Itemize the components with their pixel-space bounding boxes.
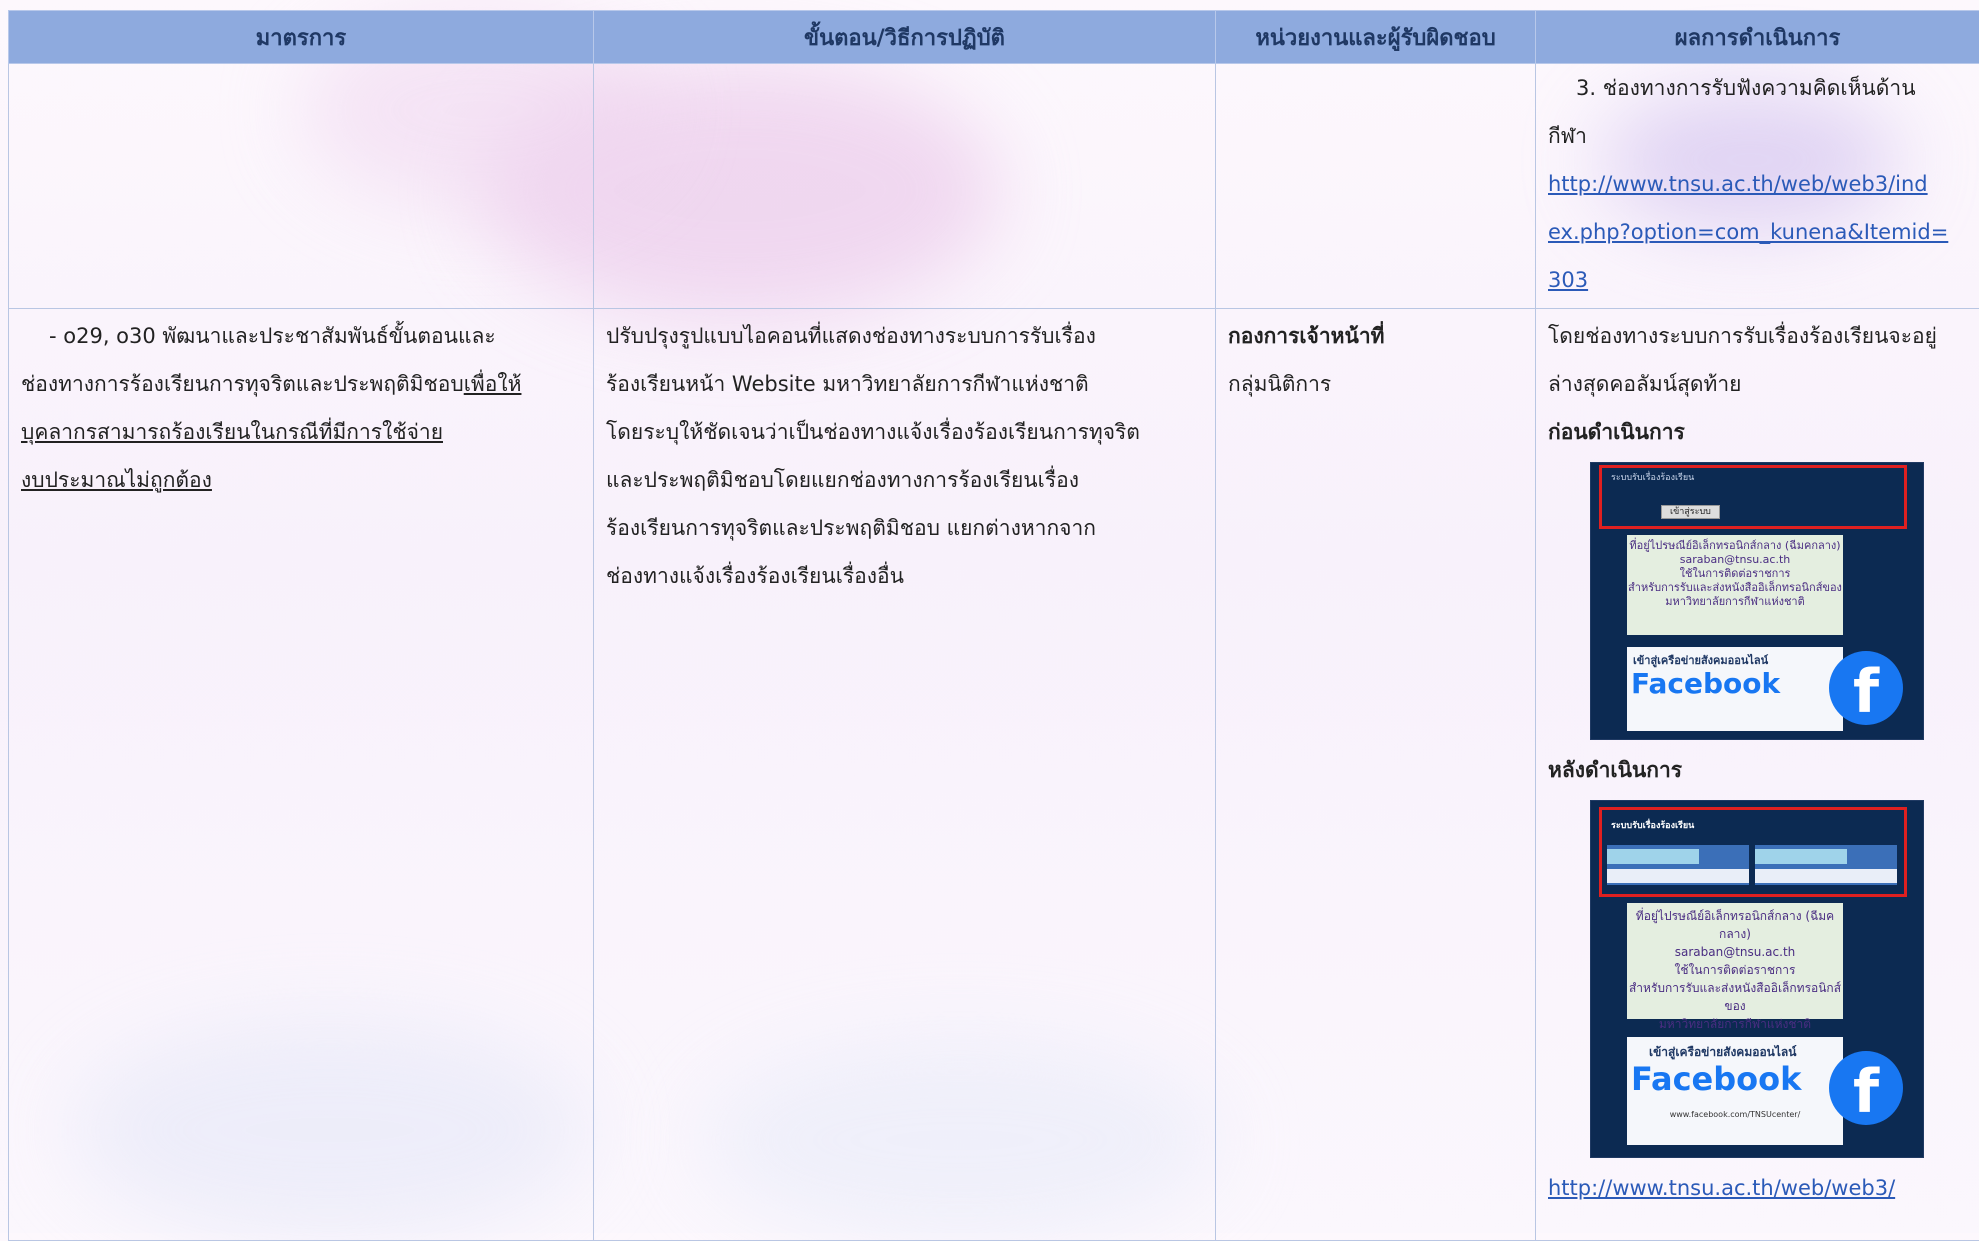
facebook-banner: เข้าสู่เครือข่ายสังคมออนไลน์ Facebook f: [1627, 647, 1843, 731]
forum-link[interactable]: http://www.tnsu.ac.th/web/web3/index.php…: [1548, 172, 1948, 292]
procedure-line: ร้องเรียนการทุจริตและประพฤติมิชอบ แยกต่า…: [606, 504, 1203, 552]
unit-group: กลุ่มนิติการ: [1228, 360, 1523, 408]
screenshot-header: ระบบรับเรื่องร้องเรียน: [1611, 473, 1694, 484]
result-cont: กีฬา: [1548, 112, 1967, 160]
website-link[interactable]: http://www.tnsu.ac.th/web/web3/: [1548, 1176, 1895, 1200]
facebook-banner: เข้าสู่เครือข่ายสังคมออนไลน์ Facebook ww…: [1627, 1037, 1843, 1145]
table-row: 3. ช่องทางการรับฟังความคิดเห็นด้าน กีฬา …: [9, 64, 1979, 309]
measure-cell: [9, 64, 594, 309]
facebook-title: Facebook: [1627, 669, 1843, 699]
measure-purpose: บุคลากรสามารถร้องเรียนในกรณีที่มีการใช้จ…: [21, 408, 581, 456]
result-item: 3. ช่องทางการรับฟังความคิดเห็นด้าน: [1548, 64, 1967, 112]
after-label: หลังดำเนินการ: [1548, 746, 1979, 794]
facebook-icon: f: [1829, 1051, 1903, 1125]
procedure-line: และประพฤติมิชอบโดยแยกช่องทางการร้องเรียน…: [606, 456, 1203, 504]
procedure-line: ปรับปรุงรูปแบบไอคอนที่แสดงช่องทางระบบการ…: [606, 312, 1203, 360]
result-cell: โดยช่องทางระบบการรับเรื่องร้องเรียนจะอยู…: [1536, 309, 1979, 1241]
header-result: ผลการดำเนินการ: [1536, 11, 1979, 64]
email-info-panel: ที่อยู่ไปรษณีย์อิเล็กทรอนิกส์กลาง (ฉีมคก…: [1627, 903, 1843, 1019]
measure-purpose: งบประมาณไม่ถูกต้อง: [21, 456, 581, 504]
login-button: เข้าสู่ระบบ: [1661, 505, 1720, 519]
measure-purpose: เพื่อให้: [464, 372, 522, 396]
complaint-button: [1607, 845, 1749, 885]
complaint-button: [1755, 845, 1897, 885]
procedure-cell: ปรับปรุงรูปแบบไอคอนที่แสดงช่องทางระบบการ…: [594, 309, 1216, 1241]
procedure-line: ช่องทางแจ้งเรื่องร้องเรียนเรื่องอื่น: [606, 552, 1203, 600]
procedure-cell: [594, 64, 1216, 309]
result-text: ล่างสุดคอลัมน์สุดท้าย: [1548, 360, 1979, 408]
email-info-panel: ที่อยู่ไปรษณีย์อิเล็กทรอนิกส์กลาง (ฉีมคก…: [1627, 535, 1843, 635]
header-unit: หน่วยงานและผู้รับผิดชอบ: [1216, 11, 1536, 64]
measure-text: ช่องทางการร้องเรียนการทุจริตและประพฤติมิ…: [21, 372, 464, 396]
after-screenshot: ระบบรับเรื่องร้องเรียน ที่อยู่ไปรษณีย์อิ…: [1590, 800, 1924, 1158]
screenshot-header: ระบบรับเรื่องร้องเรียน: [1611, 821, 1694, 832]
measures-table: มาตรการ ขั้นตอน/วิธีการปฏิบัติ หน่วยงานแ…: [8, 10, 1979, 1241]
facebook-url: www.facebook.com/TNSUcenter/: [1627, 1110, 1843, 1119]
facebook-title: Facebook: [1627, 1062, 1843, 1096]
procedure-line: ร้องเรียนหน้า Website มหาวิทยาลัยการกีฬา…: [606, 360, 1203, 408]
before-screenshot: ระบบรับเรื่องร้องเรียน เข้าสู่ระบบ ที่อย…: [1590, 462, 1924, 740]
facebook-icon: f: [1829, 651, 1903, 725]
unit-cell: [1216, 64, 1536, 309]
header-procedure: ขั้นตอน/วิธีการปฏิบัติ: [594, 11, 1216, 64]
result-text: โดยช่องทางระบบการรับเรื่องร้องเรียนจะอยู…: [1548, 312, 1979, 360]
table-header-row: มาตรการ ขั้นตอน/วิธีการปฏิบัติ หน่วยงานแ…: [9, 11, 1979, 64]
unit-cell: กองการเจ้าหน้าที่ กลุ่มนิติการ: [1216, 309, 1536, 1241]
table-row: - o29, o30 พัฒนาและประชาสัมพันธ์ขั้นตอนแ…: [9, 309, 1979, 1241]
measure-text: - o29, o30 พัฒนาและประชาสัมพันธ์ขั้นตอนแ…: [49, 324, 496, 348]
before-label: ก่อนดำเนินการ: [1548, 408, 1979, 456]
result-cell: 3. ช่องทางการรับฟังความคิดเห็นด้าน กีฬา …: [1536, 64, 1979, 309]
procedure-line: โดยระบุให้ชัดเจนว่าเป็นช่องทางแจ้งเรื่อง…: [606, 408, 1203, 456]
measure-cell: - o29, o30 พัฒนาและประชาสัมพันธ์ขั้นตอนแ…: [9, 309, 594, 1241]
header-measure: มาตรการ: [9, 11, 594, 64]
unit-division: กองการเจ้าหน้าที่: [1228, 312, 1523, 360]
